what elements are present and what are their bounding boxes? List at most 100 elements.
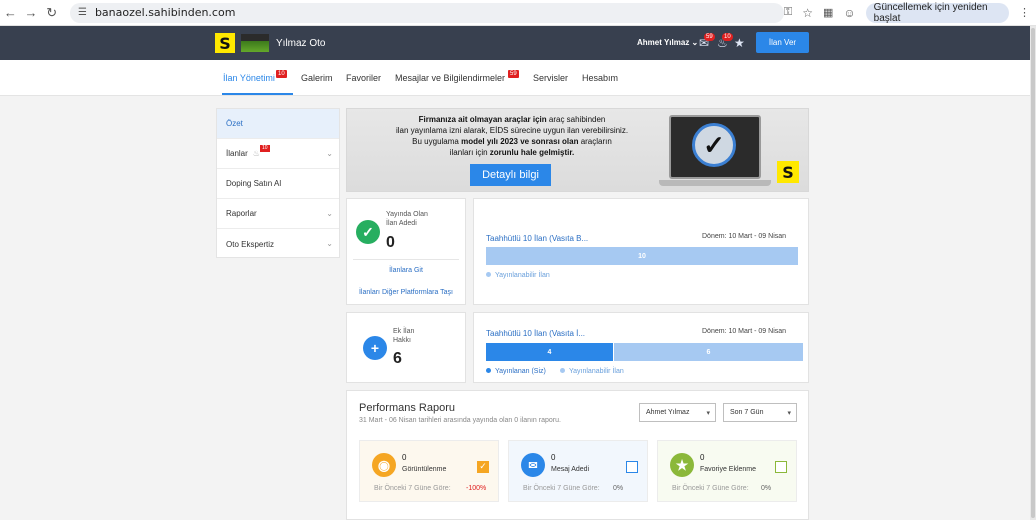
package-progress-bar: 10 xyxy=(486,247,798,265)
stat-messages: ✉ 0 Mesaj Adedi Bir Önceki 7 Güne Göre: … xyxy=(508,440,648,502)
sidebar-item-oto-ekspertiz[interactable]: Oto Ekspertiz ⌄ xyxy=(217,229,339,259)
bookmark-star-icon[interactable]: ☆ xyxy=(802,6,813,20)
stat-views: ◉ 0 Görüntülenme ✓ Bir Önceki 7 Güne Gör… xyxy=(359,440,499,502)
url-text: banaozel.sahibinden.com xyxy=(94,6,236,19)
favorites-star-icon[interactable]: ★ xyxy=(734,36,745,50)
main-tabs: İlan Yönetimi 10 Galerim Favoriler Mesaj… xyxy=(0,60,1030,96)
chevron-down-icon: ▾ xyxy=(787,410,791,417)
bell-icon: ♨ xyxy=(252,149,260,158)
stat-label: Görüntülenme xyxy=(402,466,447,473)
scrollbar-thumb[interactable] xyxy=(1031,28,1035,518)
sidebar-item-raporlar[interactable]: Raporlar ⌄ xyxy=(217,199,339,229)
tab-galerim[interactable]: Galerim xyxy=(301,73,333,83)
sidebar: Özet İlanlar ♨ 10 ⌄ Doping Satın Al Rapo… xyxy=(216,108,340,258)
laptop-base xyxy=(659,180,771,186)
more-menu-icon[interactable]: ⋮ xyxy=(1019,6,1030,19)
performance-report: Performans Raporu 31 Mart - 06 Nisan tar… xyxy=(346,390,809,520)
profile-icon[interactable]: ☺ xyxy=(843,6,855,20)
sidebar-item-label: Doping Satın Al xyxy=(226,179,282,188)
user-name: Ahmet Yılmaz xyxy=(637,38,690,47)
available-segment: 10 xyxy=(486,247,798,265)
views-checkbox[interactable]: ✓ xyxy=(477,461,489,473)
tab-mesajlar[interactable]: Mesajlar ve Bilgilendirmeler xyxy=(395,73,505,83)
stat-prev-label: Bir Önceki 7 Güne Göre: xyxy=(672,485,749,492)
tab-hesabim[interactable]: Hesabım xyxy=(582,73,618,83)
stat-favorites: ★ 0 Favoriye Eklenme Bir Önceki 7 Güne G… xyxy=(657,440,797,502)
published-segment: 4 xyxy=(486,343,613,361)
store-name[interactable]: Yılmaz Oto xyxy=(276,38,325,49)
store-logo-image[interactable] xyxy=(241,34,269,52)
legend-available: Yayınlanabilir İlan xyxy=(560,368,624,375)
stat-prev-label: Bir Önceki 7 Güne Göre: xyxy=(523,485,600,492)
package-title[interactable]: Taahhütlü 10 İlan (Vasıta B... xyxy=(486,234,588,243)
period-select[interactable]: Son 7 Gün ▾ xyxy=(723,403,797,422)
site-info-icon[interactable]: ☰ xyxy=(78,7,87,18)
go-to-ads-link[interactable]: İlanlara Git xyxy=(347,267,465,274)
stat-value: 0 xyxy=(402,453,407,462)
update-button[interactable]: Güncellemek için yeniden başlat xyxy=(865,2,1010,24)
tab-ilan-yonetimi[interactable]: İlan Yönetimi xyxy=(223,73,275,83)
back-icon[interactable]: ← xyxy=(0,2,21,24)
sidebar-item-ilanlar[interactable]: İlanlar ♨ 10 ⌄ xyxy=(217,139,339,169)
mail-badge: 59 xyxy=(704,33,715,41)
address-bar[interactable]: ☰ banaozel.sahibinden.com xyxy=(69,2,784,23)
stat-value: 0 xyxy=(551,453,556,462)
check-badge-icon: ✓ xyxy=(692,123,736,167)
bell-badge: 10 xyxy=(722,33,733,41)
key-icon[interactable]: ⚿ xyxy=(784,6,792,19)
favorites-checkbox[interactable] xyxy=(775,461,787,473)
site-header: S Yılmaz Oto Ahmet Yılmaz ⌄ ✉ 59 ♨ 10 ★ … xyxy=(0,26,1036,60)
extra-count: 6 xyxy=(393,350,402,367)
legend-dot xyxy=(486,368,491,373)
stat-value: 0 xyxy=(700,453,705,462)
tab-badge-ilan: 10 xyxy=(276,70,287,78)
chevron-down-icon: ▾ xyxy=(706,410,710,417)
tab-favoriler[interactable]: Favoriler xyxy=(346,73,381,83)
published-label: Yayında Olan İlan Adedi xyxy=(386,211,428,227)
tab-badge-mesajlar: 59 xyxy=(508,70,519,78)
tab-servisler[interactable]: Servisler xyxy=(533,73,568,83)
published-count: 0 xyxy=(386,234,395,251)
extra-ads-card: + Ek İlan Hakkı 6 xyxy=(346,312,466,383)
page-scrollbar[interactable] xyxy=(1030,26,1036,520)
sidebar-item-label: Oto Ekspertiz xyxy=(226,239,275,249)
chevron-down-icon: ⌄ xyxy=(326,209,333,218)
performance-subtitle: 31 Mart - 06 Nisan tarihleri arasında ya… xyxy=(359,417,561,424)
messages-checkbox[interactable] xyxy=(626,461,638,473)
package-title[interactable]: Taahhütlü 10 İlan (Vasıta İ... xyxy=(486,329,585,338)
published-ads-card: ✓ Yayında Olan İlan Adedi 0 İlanlara Git … xyxy=(346,198,466,305)
sidebar-item-label: Raporlar xyxy=(226,209,257,218)
legend-dot xyxy=(560,368,565,373)
chevron-down-icon: ⌄ xyxy=(326,149,333,158)
stat-prev-label: Bir Önceki 7 Güne Göre: xyxy=(374,485,451,492)
eye-icon: ◉ xyxy=(372,453,396,477)
star-icon: ★ xyxy=(670,453,694,477)
sidebar-item-ozet[interactable]: Özet xyxy=(217,109,339,139)
package-card-2: Taahhütlü 10 İlan (Vasıta İ... Dönem: 10… xyxy=(473,312,809,383)
detailed-info-button[interactable]: Detaylı bilgi xyxy=(470,164,551,186)
forward-icon[interactable]: → xyxy=(21,2,42,24)
extra-label: Ek İlan Hakkı xyxy=(393,328,415,344)
post-ad-button[interactable]: İlan Ver xyxy=(756,32,809,53)
package-period: Dönem: 10 Mart - 09 Nisan xyxy=(702,328,787,335)
chevron-down-icon: ⌄ xyxy=(326,239,333,248)
package-period: Dönem: 10 Mart - 09 Nisan xyxy=(702,233,787,240)
move-ads-link[interactable]: İlanları Diğer Platformlara Taşı xyxy=(347,289,465,296)
user-select[interactable]: Ahmet Yılmaz ▾ xyxy=(639,403,716,422)
performance-title: Performans Raporu xyxy=(359,402,455,414)
reload-icon[interactable]: ↻ xyxy=(41,2,62,24)
chevron-down-icon: ⌄ xyxy=(691,38,699,47)
eids-banner[interactable]: Firmanıza ait olmayan araçlar için araç … xyxy=(346,108,809,192)
legend-dot xyxy=(486,272,491,277)
sahibinden-logo[interactable]: S xyxy=(215,33,235,53)
legend-available: Yayınlanabilir İlan xyxy=(486,272,550,279)
stat-change: 0% xyxy=(613,485,624,492)
sidebar-item-label: İlanlar xyxy=(226,149,248,158)
user-menu[interactable]: Ahmet Yılmaz ⌄ xyxy=(637,38,698,47)
check-circle-icon: ✓ xyxy=(356,220,380,244)
package-card-1: Taahhütlü 10 İlan (Vasıta B... Dönem: 10… xyxy=(473,198,809,305)
stat-label: Favoriye Eklenme xyxy=(700,466,757,473)
extensions-icon[interactable]: ▦ xyxy=(823,6,833,19)
sidebar-item-doping[interactable]: Doping Satın Al xyxy=(217,169,339,199)
active-tab-indicator xyxy=(222,93,293,95)
